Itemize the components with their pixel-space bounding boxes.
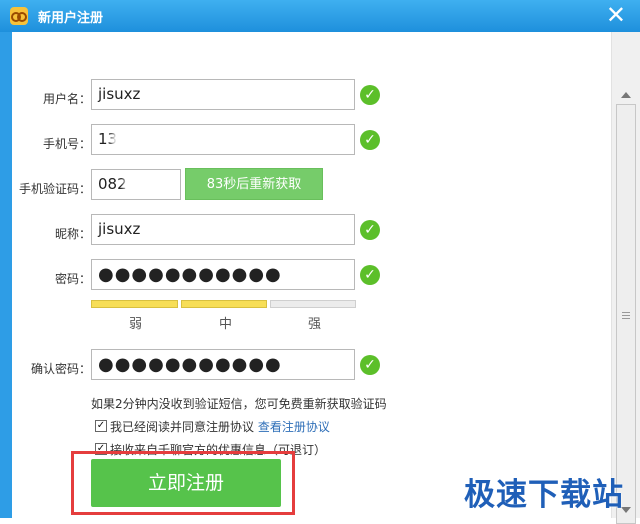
password-label: 密码： — [55, 272, 92, 286]
strength-label-medium: 中 — [219, 317, 233, 332]
view-agreement-link[interactable]: 查看注册协议 — [258, 420, 330, 434]
confirm-password-field[interactable]: ●●●●●●●●●●● — [91, 349, 355, 380]
agreement-label: 我已经阅读并同意注册协议 — [110, 420, 255, 434]
window-title: 新用户注册 — [38, 11, 104, 26]
vertical-scrollbar[interactable] — [611, 32, 640, 524]
strength-label-weak: 弱 — [129, 317, 143, 332]
agreement-text: 我已经阅读并同意注册协议 查看注册协议 — [110, 418, 330, 435]
nickname-field[interactable]: jisuxz — [91, 214, 355, 245]
phone-label: 手机号： — [43, 137, 92, 151]
username-label: 用户名： — [43, 92, 92, 106]
strength-label-strong: 强 — [308, 317, 322, 332]
code-privacy-mask — [124, 176, 150, 193]
close-icon[interactable]: ✕ — [606, 2, 626, 28]
confirm-password-label: 确认密码： — [31, 362, 92, 376]
title-bar: 新用户注册 ✕ — [0, 0, 640, 33]
app-logo-icon — [10, 7, 28, 25]
left-window-border — [0, 32, 12, 518]
password-strength-weak-bar — [91, 300, 178, 308]
verification-code-label: 手机验证码： — [19, 182, 92, 196]
verification-note: 如果2分钟内没收到验证短信，您可免费重新获取验证码 — [91, 397, 387, 411]
confirm-password-valid-icon: ✓ — [360, 355, 380, 375]
register-button[interactable]: 立即注册 — [91, 459, 281, 507]
nickname-label: 昵称： — [55, 227, 92, 241]
password-valid-icon: ✓ — [360, 265, 380, 285]
agreement-checkbox[interactable]: ✓ — [95, 420, 107, 432]
scroll-up-icon[interactable] — [621, 92, 631, 98]
username-valid-icon: ✓ — [360, 85, 380, 105]
privacy-mask — [112, 132, 186, 148]
scroll-grip-icon — [622, 312, 630, 313]
scroll-thumb[interactable] — [616, 104, 636, 524]
resend-code-button[interactable]: 83秒后重新获取 — [185, 168, 323, 200]
username-field[interactable]: jisuxz — [91, 79, 355, 110]
site-watermark: 极速下载站 — [464, 477, 624, 513]
phone-valid-icon: ✓ — [360, 130, 380, 150]
password-strength-strong-bar — [270, 300, 356, 308]
nickname-valid-icon: ✓ — [360, 220, 380, 240]
password-field[interactable]: ●●●●●●●●●●● — [91, 259, 355, 290]
password-strength-medium-bar — [181, 300, 267, 308]
